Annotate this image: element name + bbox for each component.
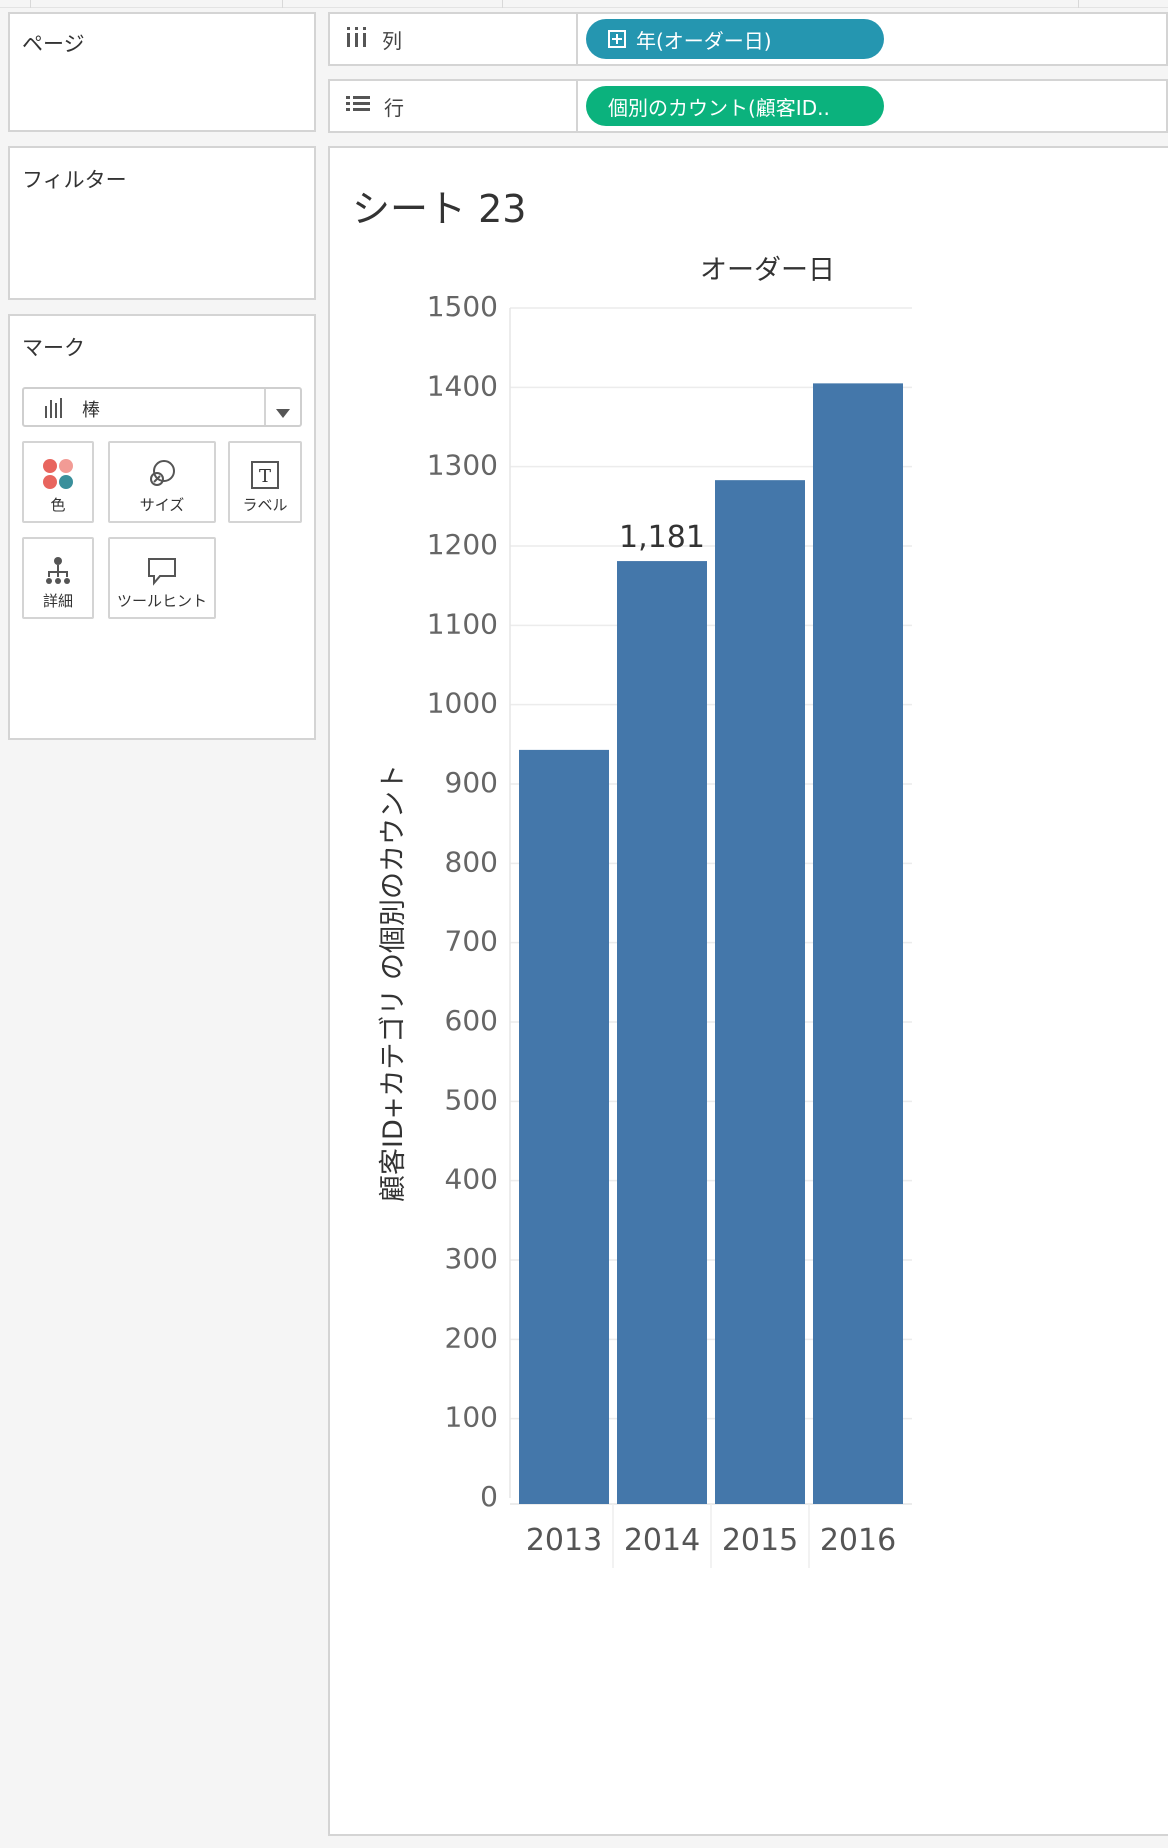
bar-2013 — [519, 749, 609, 1504]
y-tick-label: 600 — [445, 1004, 498, 1037]
marks-card: マーク — [8, 314, 316, 740]
svg-text:T: T — [259, 466, 271, 487]
columns-icon — [346, 26, 368, 52]
rows-pill[interactable]: 個別のカウント(顧客ID.. — [586, 86, 884, 126]
detail-button-label: 詳細 — [42, 592, 73, 610]
y-tick-label: 500 — [445, 1083, 498, 1116]
speech-bubble-icon — [146, 556, 178, 586]
bar-2016 — [813, 383, 903, 1504]
label-button-label: ラベル — [242, 496, 288, 514]
mark-type-value: 棒 — [82, 400, 100, 421]
color-button[interactable]: 色 — [22, 441, 94, 523]
worksheet-view: シート 23 オーダー日 0 100 200 300 400 500 600 700 800 90… — [328, 146, 1168, 1836]
rows-icon — [346, 94, 370, 118]
color-dots-icon — [42, 458, 74, 490]
tooltip-button-label: ツールヒント — [116, 592, 207, 610]
toolbar-strip — [0, 0, 1168, 8]
columns-pill[interactable]: 年(オーダー日) — [586, 19, 884, 59]
bar-chart: 0 100 200 300 400 500 600 700 800 900 1000 1100 1200… — [378, 290, 912, 1568]
bar-chart-icon — [44, 398, 66, 422]
y-tick-label: 1000 — [427, 687, 498, 720]
color-button-label: 色 — [50, 496, 66, 514]
y-tick-label: 800 — [445, 845, 498, 878]
tooltip-button[interactable]: ツールヒント — [108, 537, 216, 619]
size-circles-icon — [146, 458, 178, 490]
y-tick-label: 1100 — [427, 607, 498, 640]
text-t-icon: T — [250, 460, 280, 490]
y-tick-label: 1200 — [427, 528, 498, 561]
y-tick-label: 1300 — [427, 449, 498, 482]
expand-plus-icon[interactable] — [608, 30, 626, 48]
rows-shelf[interactable]: 行 個別のカウント(顧客ID.. — [328, 79, 1168, 133]
data-label: 1,181 — [619, 520, 705, 555]
pages-card[interactable]: ページ — [8, 12, 316, 132]
y-tick-label: 1500 — [427, 290, 498, 323]
filters-card[interactable]: フィルター — [8, 146, 316, 300]
bar-2014 — [617, 561, 707, 1504]
marks-card-title: マーク — [22, 336, 85, 360]
y-tick-label: 200 — [445, 1321, 498, 1354]
pages-card-title: ページ — [22, 32, 85, 56]
y-tick-label: 400 — [445, 1163, 498, 1196]
chevron-down-icon[interactable] — [276, 403, 290, 422]
bar-2015 — [715, 480, 805, 1504]
columns-shelf-label: 列 — [382, 28, 402, 53]
rows-pill-label: 個別のカウント(顧客ID.. — [608, 95, 830, 120]
label-button[interactable]: T ラベル — [228, 441, 302, 523]
x-tick-label: 2015 — [722, 1523, 798, 1558]
mark-type-dropdown[interactable]: 棒 — [22, 387, 302, 427]
y-tick-label: 900 — [445, 766, 498, 799]
y-tick-label: 300 — [445, 1242, 498, 1275]
size-button-label: サイズ — [139, 496, 185, 514]
rows-shelf-label: 行 — [384, 95, 404, 120]
detail-hierarchy-icon — [43, 556, 73, 586]
x-tick-label: 2014 — [624, 1523, 700, 1558]
x-tick-label: 2013 — [526, 1523, 602, 1558]
y-axis-title: 顧客ID+カテゴリ の個別のカウント — [378, 764, 409, 1202]
x-tick-label: 2016 — [820, 1523, 896, 1558]
y-tick-label: 1400 — [427, 369, 498, 402]
detail-button[interactable]: 詳細 — [22, 537, 94, 619]
y-tick-label: 100 — [445, 1401, 498, 1434]
columns-shelf[interactable]: 列 年(オーダー日) — [328, 12, 1168, 66]
size-button[interactable]: サイズ — [108, 441, 216, 523]
y-tick-label: 0 — [480, 1480, 498, 1513]
y-tick-label: 700 — [445, 925, 498, 958]
filters-card-title: フィルター — [22, 168, 127, 192]
columns-pill-label: 年(オーダー日) — [636, 28, 772, 53]
